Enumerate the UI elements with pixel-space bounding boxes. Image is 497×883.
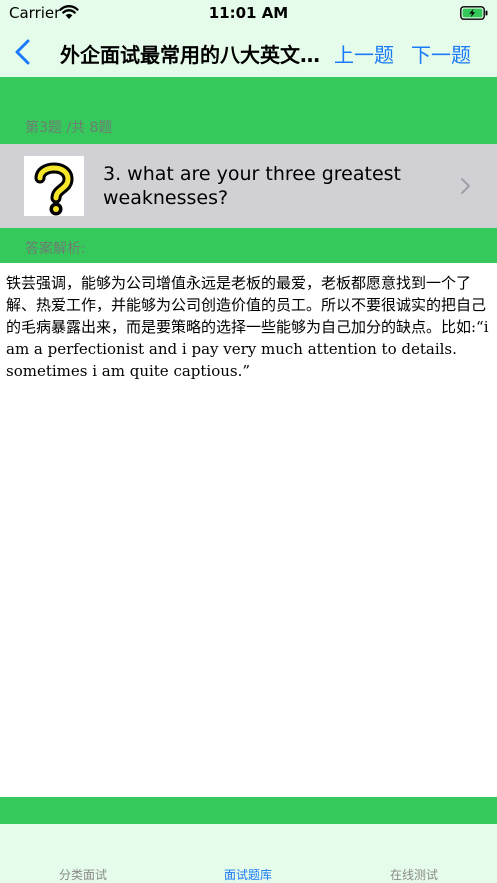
back-button[interactable] [12,38,34,66]
tab-online-test[interactable]: 在线测试 [354,866,474,883]
status-bar: Carrier 11:01 AM [0,0,497,26]
question-text: 3. what are your three greatest weakness… [103,163,401,209]
clock: 11:01 AM [208,4,289,22]
footer-band [0,797,497,824]
answer-label: 答案解析: [25,241,86,257]
tab-bar: 分类面试 面试题库 在线测试 [0,824,497,883]
chevron-right-icon [459,177,471,199]
top-area: Carrier 11:01 AM 外企面试最常用的八大英文问题 上一题 下一题 [0,0,497,77]
tab-category-interview[interactable]: 分类面试 [23,866,143,883]
question-counter: 第3题 /共 8题 [25,120,113,136]
battery-charging-icon [460,5,489,24]
next-question-button[interactable]: 下一题 [411,39,471,68]
chevron-left-icon [15,39,30,65]
question-mark-icon [24,156,84,216]
question-cell[interactable]: 3. what are your three greatest weakness… [0,144,497,228]
answer-header-band: 答案解析: [0,228,497,263]
navigation-bar: 外企面试最常用的八大英文问题 上一题 下一题 [0,26,497,77]
page-title: 外企面试最常用的八大英文问题 [60,43,322,67]
tab-question-bank[interactable]: 面试题库 [188,866,308,883]
previous-question-button[interactable]: 上一题 [334,39,394,68]
question-header-band: 第3题 /共 8题 [0,77,497,144]
answer-text: 铁芸强调，能够为公司增值永远是老板的最爱，老板都愿意找到一个了解、热爱工作，并能… [6,274,489,380]
